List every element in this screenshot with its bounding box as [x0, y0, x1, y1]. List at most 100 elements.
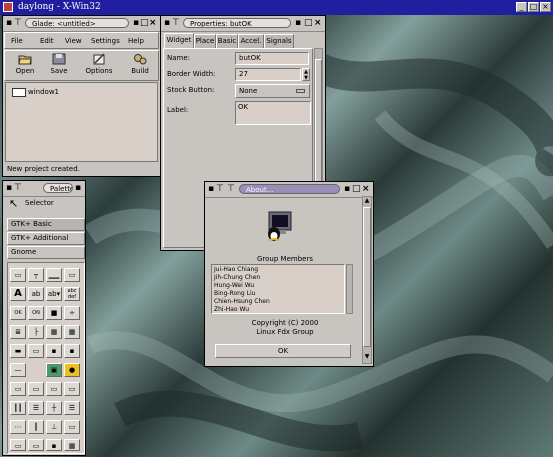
menu-settings[interactable]: Settings: [91, 37, 120, 45]
clist-widget-icon[interactable]: ▦: [46, 325, 62, 339]
stock-button-select[interactable]: None: [235, 84, 310, 98]
text-widget-icon[interactable]: abc def: [64, 287, 80, 301]
save-button[interactable]: Save: [42, 52, 76, 80]
button-widget-icon[interactable]: OK: [10, 306, 26, 320]
label-widget-icon[interactable]: A: [10, 287, 26, 301]
fileselect-widget-icon[interactable]: ▭: [28, 382, 44, 396]
pushpin-icon[interactable]: ⊤: [172, 17, 180, 29]
gears-icon: [134, 54, 147, 65]
pin-icon[interactable]: ▪: [208, 183, 214, 195]
table-widget-icon[interactable]: ▦: [64, 325, 80, 339]
selector-label[interactable]: Selector: [25, 199, 54, 207]
about-scrollbar[interactable]: ▲ ▼: [362, 196, 372, 364]
scrollbar-thumb[interactable]: [363, 207, 371, 347]
open-button[interactable]: Open: [8, 52, 42, 80]
scrollbar-widget-icon[interactable]: ║: [28, 420, 44, 434]
section-gtk-additional[interactable]: GTK+ Additional: [7, 232, 85, 245]
border-width-field[interactable]: 27: [235, 68, 301, 81]
close-button[interactable]: ×: [540, 2, 551, 12]
hbox-widget-icon[interactable]: ┃┃: [10, 401, 26, 415]
window-menu-icon[interactable]: ▪: [344, 183, 350, 195]
label-textarea[interactable]: OK: [235, 101, 311, 125]
checkbox-widget-icon[interactable]: ■: [46, 306, 62, 320]
window-widget-icon[interactable]: ▭: [10, 268, 26, 282]
menu-help[interactable]: Help: [128, 37, 144, 45]
pin-icon[interactable]: ▪: [6, 17, 12, 29]
toolbar-widget-icon[interactable]: ▁▁: [46, 268, 62, 282]
frame-widget-icon[interactable]: ⋯: [10, 420, 26, 434]
maximize-icon[interactable]: □: [140, 17, 149, 29]
ok-button[interactable]: OK: [215, 344, 351, 358]
name-field[interactable]: butOK: [235, 52, 309, 65]
label-label: Label:: [167, 106, 189, 114]
hruler-widget-icon[interactable]: ▪: [46, 344, 62, 358]
pin-icon[interactable]: ▪: [164, 17, 170, 29]
glade-titlebar: ▪ ⊤ Glade: <untitled> ▪ □ ×: [3, 16, 160, 32]
combo-widget-icon[interactable]: ab▾: [46, 287, 62, 301]
pushpin-icon[interactable]: ⊤: [14, 182, 22, 194]
vscale-widget-icon[interactable]: ⊥: [46, 420, 62, 434]
tree-widget-icon[interactable]: ├: [28, 325, 44, 339]
menu-edit[interactable]: Edit: [40, 37, 54, 45]
scroll-up-arrow-icon[interactable]: ▲: [363, 197, 371, 204]
drawing-widget-icon[interactable]: ▪: [46, 439, 62, 451]
window-menu-icon[interactable]: ▪: [133, 17, 139, 29]
image-widget-icon[interactable]: ▣: [46, 363, 62, 377]
paned-widget-icon[interactable]: ┼: [46, 401, 62, 415]
xwin32-titlebar: daylong - X-Win32 _ □ ×: [0, 0, 553, 15]
arrow-widget-icon[interactable]: ▪: [64, 344, 80, 358]
section-gtk-basic[interactable]: GTK+ Basic: [7, 218, 85, 231]
pin-icon[interactable]: ▪: [6, 182, 12, 194]
scale-widget-icon[interactable]: ▭: [28, 344, 44, 358]
aspect-widget-icon[interactable]: ▭: [64, 420, 80, 434]
members-scrollbar[interactable]: [346, 264, 353, 314]
color-widget-icon[interactable]: ●: [64, 363, 80, 377]
maximize-icon[interactable]: □: [352, 183, 361, 195]
calendar-widget-icon[interactable]: ▦: [64, 439, 80, 451]
entry-widget-icon[interactable]: ab: [28, 287, 44, 301]
about-titlebar: ▪ ⊤ ⊤ About... ▪ □ ×: [205, 182, 373, 198]
scroll-down-arrow-icon[interactable]: ▼: [363, 353, 371, 360]
close-icon[interactable]: ×: [362, 183, 370, 195]
minimize-button[interactable]: _: [516, 2, 527, 12]
close-icon[interactable]: ×: [149, 17, 157, 29]
window-menu-icon[interactable]: ▪: [295, 17, 301, 29]
vbox-widget-icon[interactable]: ☰: [28, 401, 44, 415]
tab-signals[interactable]: Signals: [264, 34, 294, 48]
dialog-widget-icon[interactable]: ▭: [10, 382, 26, 396]
viewport-widget-icon[interactable]: ▭: [28, 439, 44, 451]
progress-widget-icon[interactable]: ▬: [10, 344, 26, 358]
spin-widget-icon[interactable]: ÷: [64, 306, 80, 320]
maximize-icon[interactable]: □: [304, 17, 313, 29]
toggle-button-widget-icon[interactable]: ON: [28, 306, 44, 320]
handlebox-widget-icon[interactable]: ▭: [64, 268, 80, 282]
tab-accel[interactable]: Accel.: [238, 34, 264, 48]
project-tree[interactable]: window1: [5, 82, 158, 162]
menubar-widget-icon[interactable]: ┬: [28, 268, 44, 282]
tree-item-window1[interactable]: window1: [28, 88, 59, 96]
colorselect-widget-icon[interactable]: ▭: [64, 382, 80, 396]
pushpin-icon[interactable]: ⊤: [14, 17, 22, 29]
pushpin-icon[interactable]: ⊤: [216, 183, 224, 195]
maximize-button[interactable]: □: [528, 2, 539, 12]
notebook-widget-icon[interactable]: ☰: [64, 401, 80, 415]
menu-file[interactable]: File: [11, 37, 23, 45]
statusbar-widget-icon[interactable]: ▭: [10, 439, 26, 451]
tab-basic[interactable]: Basic: [216, 34, 238, 48]
fontselect-widget-icon[interactable]: ▭: [46, 382, 62, 396]
tab-place[interactable]: Place: [194, 34, 216, 48]
window-menu-icon[interactable]: ▪: [75, 182, 81, 194]
tab-widget[interactable]: Widget: [164, 33, 194, 48]
selector-arrow-icon[interactable]: ↖: [9, 197, 18, 210]
close-icon[interactable]: ×: [314, 17, 322, 29]
build-button[interactable]: Build: [123, 52, 157, 80]
border-width-label: Border Width:: [167, 70, 216, 78]
members-list[interactable]: Jui-Hao Chiang Jih-Chung Chen Hung-Wei W…: [211, 264, 345, 314]
list-widget-icon[interactable]: ≣: [10, 325, 26, 339]
options-button[interactable]: Options: [82, 52, 116, 80]
separator-widget-icon[interactable]: —: [10, 363, 26, 377]
border-width-spinner[interactable]: ▲ ▼: [302, 68, 310, 81]
pushpin-icon[interactable]: ⊤: [227, 183, 235, 195]
section-gnome[interactable]: Gnome: [7, 246, 85, 259]
menu-view[interactable]: View: [65, 37, 82, 45]
